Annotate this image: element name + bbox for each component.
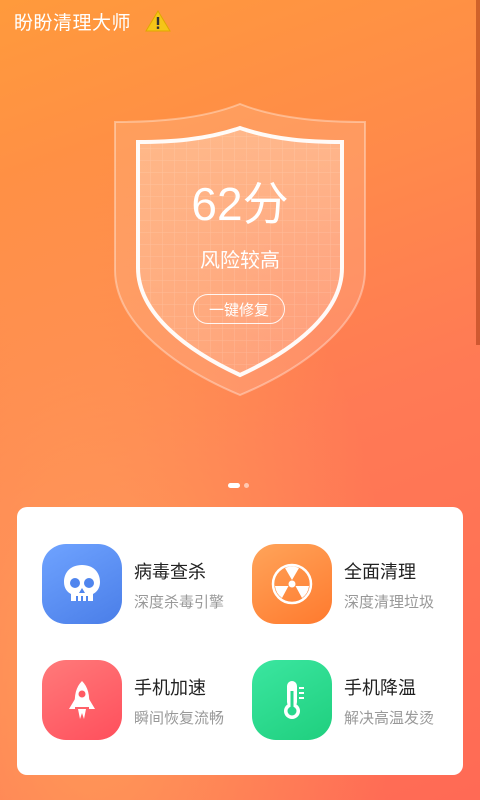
title-bar: 盼盼清理大师: [14, 6, 171, 36]
feature-subtitle: 解决高温发烫: [344, 709, 435, 727]
app-title: 盼盼清理大师: [14, 11, 132, 34]
feature-phone-boost[interactable]: 手机加速 瞬间恢复流畅: [42, 660, 242, 740]
feature-subtitle: 瞬间恢复流畅: [134, 709, 225, 727]
security-score: 62分: [191, 178, 289, 230]
skull-icon: [42, 544, 122, 624]
feature-title: 手机降温: [344, 678, 416, 699]
security-shield: 62分 风险较高 一键修复: [90, 100, 390, 400]
scrollbar[interactable]: [476, 0, 480, 345]
warning-triangle-icon[interactable]: [145, 10, 171, 32]
feature-title: 手机加速: [134, 678, 206, 699]
feature-virus-scan[interactable]: 病毒查杀 深度杀毒引擎: [42, 544, 242, 624]
page-dot-active: [228, 483, 240, 488]
thermometer-icon: [252, 660, 332, 740]
risk-status: 风险较高: [200, 248, 280, 272]
feature-full-clean[interactable]: 全面清理 深度清理垃圾: [252, 544, 452, 624]
page-dot: [244, 483, 249, 488]
feature-phone-cooling[interactable]: 手机降温 解决高温发烫: [252, 660, 452, 740]
one-click-fix-button[interactable]: 一键修复: [193, 294, 285, 324]
feature-title: 病毒查杀: [134, 562, 206, 583]
page-indicator: [228, 483, 249, 488]
feature-subtitle: 深度清理垃圾: [344, 593, 435, 611]
app-screen: 盼盼清理大师 62分 风险较高 一键修复 病毒查杀 深度杀毒引擎 全面清理 深度…: [0, 0, 480, 800]
features-card: 病毒查杀 深度杀毒引擎 全面清理 深度清理垃圾 手机加速 瞬间恢复流畅 手机降温…: [17, 507, 463, 775]
rocket-icon: [42, 660, 122, 740]
feature-subtitle: 深度杀毒引擎: [134, 593, 225, 611]
feature-title: 全面清理: [344, 562, 416, 583]
radiation-icon: [252, 544, 332, 624]
